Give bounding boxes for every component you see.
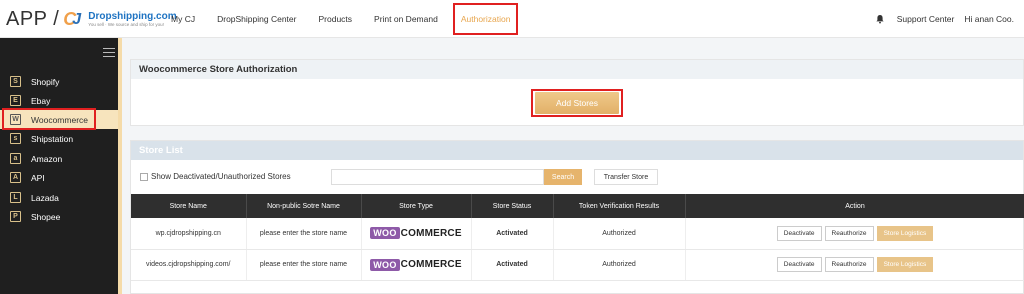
shopify-icon: S: [10, 76, 21, 87]
cj-logo-icon: CJ: [63, 9, 82, 29]
woocommerce-logo: WOO COMMERCE: [370, 258, 462, 271]
sidebar-item-label: Shipstation: [31, 133, 74, 144]
token-result: Authorized: [553, 249, 686, 281]
nav-authorization[interactable]: Authorization: [452, 3, 519, 35]
user-nav: Support Center Hi anan Coo.: [875, 0, 1024, 38]
deactivate-button[interactable]: Deactivate: [776, 225, 822, 241]
reauthorize-button[interactable]: Reauthorize: [824, 257, 874, 272]
highlight-box: [2, 108, 96, 130]
nav-print-on-demand[interactable]: Print on Demand: [363, 0, 449, 38]
authorization-title: Woocommerce Store Authorization: [131, 60, 1023, 79]
nonpublic-store-name[interactable]: please enter the store name: [246, 249, 362, 281]
logo-app-text: APP /: [6, 7, 60, 30]
table-row: wp.cjdropshipping.cn please enter the st…: [131, 218, 1024, 250]
menu-toggle-icon[interactable]: [103, 48, 115, 58]
column-header: Store Type: [361, 194, 472, 218]
brand-logo[interactable]: APP / CJ Dropshipping.com You sell · We …: [6, 8, 177, 30]
main-nav: My CJ DropShipping Center Products Print…: [160, 0, 519, 38]
nav-my-cj[interactable]: My CJ: [160, 0, 206, 38]
sidebar-item-shopee[interactable]: P Shopee: [0, 207, 118, 226]
transfer-store-button[interactable]: Transfer Store: [594, 169, 658, 185]
row-actions: Deactivate Reauthorize Store Logistics: [776, 225, 934, 241]
sidebar: S Shopify E Ebay W Woocommerce s Shipsta…: [0, 38, 118, 294]
sidebar-item-shopify[interactable]: S Shopify: [0, 72, 118, 91]
nav-dropshipping-center[interactable]: DropShipping Center: [206, 0, 307, 38]
lazada-icon: L: [10, 192, 21, 203]
sidebar-item-shipstation[interactable]: s Shipstation: [0, 129, 118, 148]
sidebar-item-label: Shopify: [31, 76, 60, 87]
store-search-input[interactable]: [331, 169, 544, 185]
show-deactivated-checkbox[interactable]: [140, 173, 148, 181]
nav-products[interactable]: Products: [307, 0, 363, 38]
store-name: videos.cjdropshipping.com/: [131, 249, 247, 281]
store-list-title: Store List: [131, 141, 1023, 160]
column-header: Non-public Sotre Name: [246, 194, 362, 218]
show-deactivated-label[interactable]: Show Deactivated/Unauthorized Stores: [151, 172, 291, 181]
top-header: APP / CJ Dropshipping.com You sell · We …: [0, 0, 1024, 38]
store-logistics-button[interactable]: Store Logistics: [876, 257, 934, 272]
token-result: Authorized: [553, 218, 686, 250]
store-name: wp.cjdropshipping.cn: [131, 218, 247, 250]
support-center-link[interactable]: Support Center: [897, 14, 955, 24]
shipstation-icon: s: [10, 133, 21, 144]
amazon-icon: a: [10, 153, 21, 164]
sidebar-item-label: Ebay: [31, 95, 51, 106]
main-content: Woocommerce Store Authorization Add Stor…: [122, 38, 1024, 294]
store-status: Activated: [471, 218, 554, 250]
api-icon: A: [10, 172, 21, 183]
sidebar-item-label: API: [31, 172, 45, 183]
woocommerce-logo: WOO COMMERCE: [370, 227, 462, 240]
search-button[interactable]: Search: [544, 169, 582, 185]
column-header: Token Verification Results: [553, 194, 686, 218]
sidebar-item-lazada[interactable]: L Lazada: [0, 188, 118, 207]
ebay-icon: E: [10, 95, 21, 106]
sidebar-item-label: Shopee: [31, 211, 61, 222]
store-logistics-button[interactable]: Store Logistics: [876, 225, 934, 241]
bell-icon[interactable]: [875, 14, 885, 24]
user-greeting[interactable]: Hi anan Coo.: [964, 14, 1014, 24]
table-row: videos.cjdropshipping.com/ please enter …: [131, 249, 1024, 281]
highlight-box: [531, 89, 623, 117]
sidebar-item-amazon[interactable]: a Amazon: [0, 149, 118, 168]
column-header: Action: [685, 194, 1024, 218]
store-table: Store Name Non-public Sotre Name Store T…: [131, 194, 1024, 281]
nonpublic-store-name[interactable]: please enter the store name: [246, 218, 362, 250]
store-status: Activated: [471, 249, 554, 281]
authorization-card: Woocommerce Store Authorization Add Stor…: [130, 59, 1024, 126]
sidebar-item-label: Lazada: [31, 192, 59, 203]
sidebar-item-label: Amazon: [31, 153, 63, 164]
row-actions: Deactivate Reauthorize Store Logistics: [776, 257, 934, 272]
shopee-icon: P: [10, 211, 21, 222]
store-list-card: Store List Show Deactivated/Unauthorized…: [130, 140, 1024, 294]
reauthorize-button[interactable]: Reauthorize: [824, 225, 874, 241]
column-header: Store Name: [131, 194, 247, 218]
deactivate-button[interactable]: Deactivate: [776, 257, 822, 272]
column-header: Store Status: [471, 194, 554, 218]
store-filters: Show Deactivated/Unauthorized Stores Sea…: [131, 169, 1024, 187]
sidebar-item-api[interactable]: A API: [0, 168, 118, 187]
